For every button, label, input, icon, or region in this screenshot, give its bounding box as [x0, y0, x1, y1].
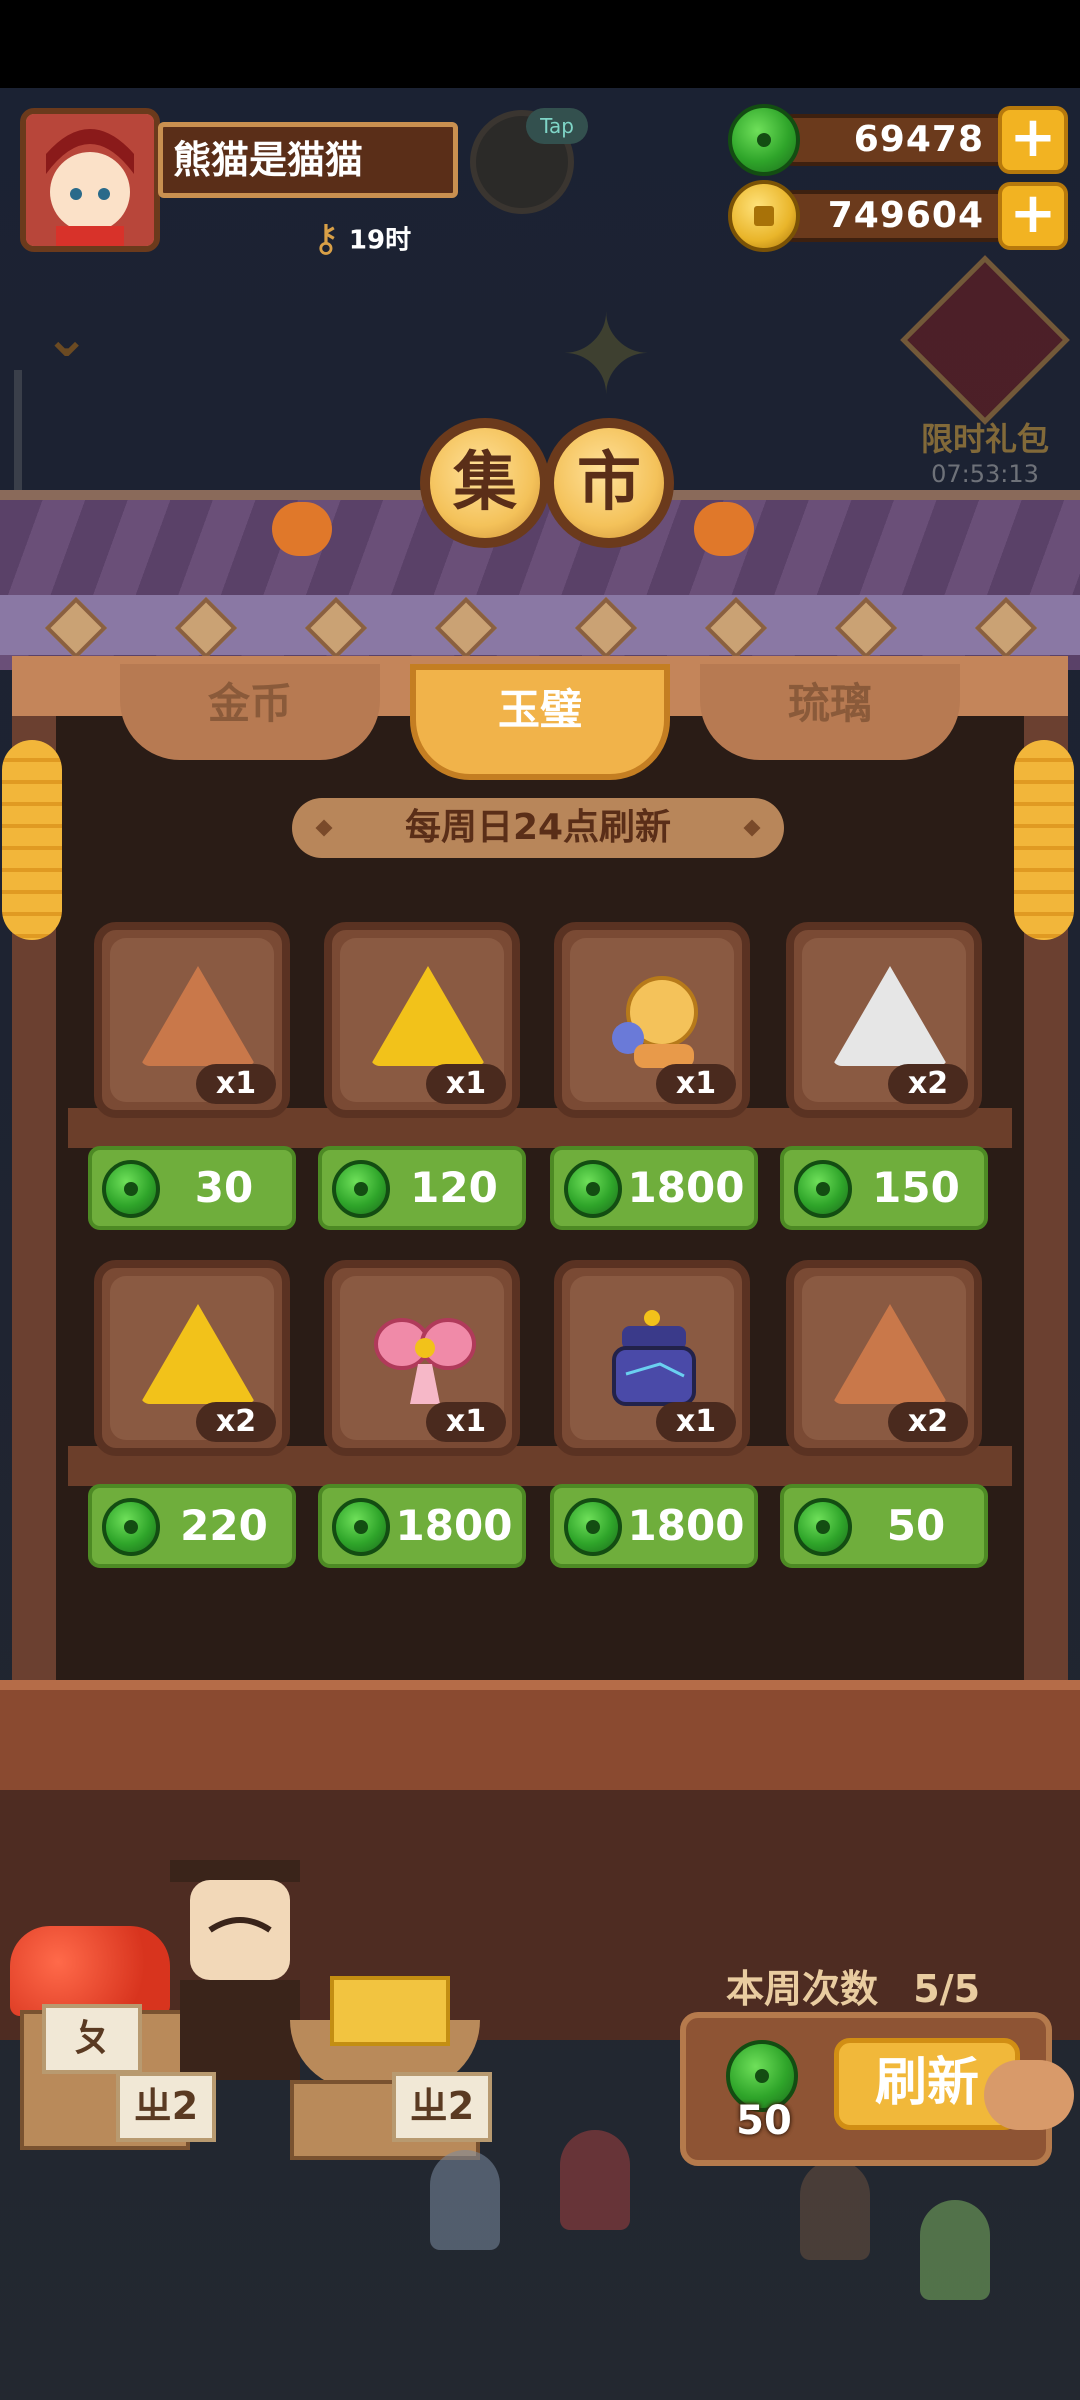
refresh-notice: 每周日24点刷新	[292, 798, 784, 858]
status-bar	[0, 0, 1080, 88]
item-quantity: x1	[656, 1064, 736, 1104]
buy-price-button[interactable]: 120	[318, 1146, 526, 1230]
scroll-indicator	[14, 370, 22, 490]
buy-price-button[interactable]: 1800	[550, 1146, 758, 1230]
stamina-timer: ⚷ 19时	[312, 216, 411, 260]
tab-glaze[interactable]: 琉璃	[700, 664, 960, 760]
weekly-label: 本周次数	[726, 1967, 879, 2011]
jade-icon	[728, 104, 800, 176]
buy-price-button[interactable]: 220	[88, 1484, 296, 1568]
price-value: 220	[180, 1501, 268, 1550]
weekly-refresh-count: 本周次数 5/5	[726, 1958, 980, 2013]
limited-gift-button[interactable]: 限时礼包 07:53:13	[900, 255, 1070, 488]
star-decoration-icon: ✦	[560, 291, 653, 419]
item-quantity: x1	[656, 1402, 736, 1442]
tab-jade[interactable]: 玉璧	[410, 664, 670, 780]
coin-icon	[728, 180, 800, 252]
tap-hint-badge: Tap	[526, 108, 588, 144]
jade-icon	[564, 1498, 622, 1556]
gold-triangle-token-icon	[370, 966, 486, 1076]
bronze-triangle-token-icon	[140, 966, 256, 1076]
price-value: 120	[410, 1163, 498, 1212]
price-value: 50	[886, 1501, 946, 1550]
price-value: 30	[194, 1163, 254, 1212]
shop-item[interactable]: x1	[324, 1260, 520, 1456]
jade-icon	[102, 1160, 160, 1218]
player-name: 熊猫是猫猫	[158, 122, 458, 198]
shop-item[interactable]: x2	[94, 1260, 290, 1456]
gold-antler-token-icon	[140, 1304, 256, 1414]
price-value: 1800	[627, 1163, 745, 1212]
chevron-down-icon[interactable]: ⌄	[44, 306, 114, 369]
npc-character-icon	[430, 2150, 500, 2250]
jade-icon	[794, 1160, 852, 1218]
market-title-char: 集	[420, 418, 550, 548]
banner-ornament	[743, 819, 761, 837]
gift-countdown: 07:53:13	[931, 460, 1039, 488]
weekly-count: 5/5	[913, 1967, 981, 2011]
key-icon: ⚷	[312, 216, 340, 260]
price-sign: ㄓ2	[392, 2072, 492, 2142]
item-quantity: x2	[196, 1402, 276, 1442]
avatar-portrait-icon	[26, 114, 154, 246]
shop-item[interactable]: x1	[554, 922, 750, 1118]
price-sign: ㄆ	[42, 2004, 142, 2074]
silver-triangle-token-icon	[832, 966, 948, 1076]
pet-mascot-icon	[984, 2060, 1074, 2130]
tab-gold-coin[interactable]: 金币	[120, 664, 380, 760]
shop-item[interactable]: x2	[786, 1260, 982, 1456]
jade-icon	[564, 1160, 622, 1218]
refresh-cost: 50	[736, 2098, 792, 2144]
refresh-notice-text: 每周日24点刷新	[404, 807, 672, 848]
market-title-char: 市	[544, 418, 674, 548]
jade-icon	[794, 1498, 852, 1556]
shop-item[interactable]: x1	[554, 1260, 750, 1456]
timer-label: 19时	[348, 225, 412, 256]
gift-box-icon	[900, 255, 1070, 425]
corn-decoration-icon	[1014, 740, 1074, 940]
jade-icon	[102, 1498, 160, 1556]
corn-decoration-icon	[2, 740, 62, 940]
add-coin-button[interactable]: +	[998, 182, 1068, 250]
shop-item[interactable]: x1	[324, 922, 520, 1118]
item-quantity: x2	[888, 1402, 968, 1442]
price-value: 1800	[627, 1501, 745, 1550]
coin-currency: 749604 +	[728, 180, 1068, 252]
add-jade-button[interactable]: +	[998, 106, 1068, 174]
price-sign: ㄓ2	[116, 2072, 216, 2142]
buy-price-button[interactable]: 50	[780, 1484, 988, 1568]
npc-character-icon	[800, 2160, 870, 2260]
price-value: 1800	[395, 1501, 513, 1550]
buy-price-button[interactable]: 30	[88, 1146, 296, 1230]
persimmon-icon	[694, 502, 754, 556]
shop-counter	[0, 1680, 1080, 1790]
bronze-glyph-token-icon	[832, 1304, 948, 1414]
shop-item[interactable]: x1	[94, 922, 290, 1118]
gold-ingot-icon	[330, 1976, 450, 2046]
jade-icon	[332, 1498, 390, 1556]
jade-currency: 69478 +	[728, 104, 1068, 176]
npc-character-icon	[560, 2130, 630, 2230]
roof-trim	[0, 595, 1080, 655]
blue-lantern-pot-icon	[600, 1304, 710, 1414]
buy-price-button[interactable]: 1800	[318, 1484, 526, 1568]
item-quantity: x1	[196, 1064, 276, 1104]
pink-butterfly-bow-icon	[370, 1304, 480, 1414]
player-avatar[interactable]	[20, 108, 160, 252]
price-value: 150	[872, 1163, 960, 1212]
buy-price-button[interactable]: 150	[780, 1146, 988, 1230]
npc-character-icon	[920, 2200, 990, 2300]
shop-item[interactable]: x2	[786, 922, 982, 1118]
banner-ornament	[315, 819, 333, 837]
buy-price-button[interactable]: 1800	[550, 1484, 758, 1568]
cat-with-flowers-icon	[600, 966, 710, 1076]
persimmon-icon	[272, 502, 332, 556]
item-quantity: x2	[888, 1064, 968, 1104]
item-quantity: x1	[426, 1402, 506, 1442]
item-quantity: x1	[426, 1064, 506, 1104]
jade-icon	[332, 1160, 390, 1218]
